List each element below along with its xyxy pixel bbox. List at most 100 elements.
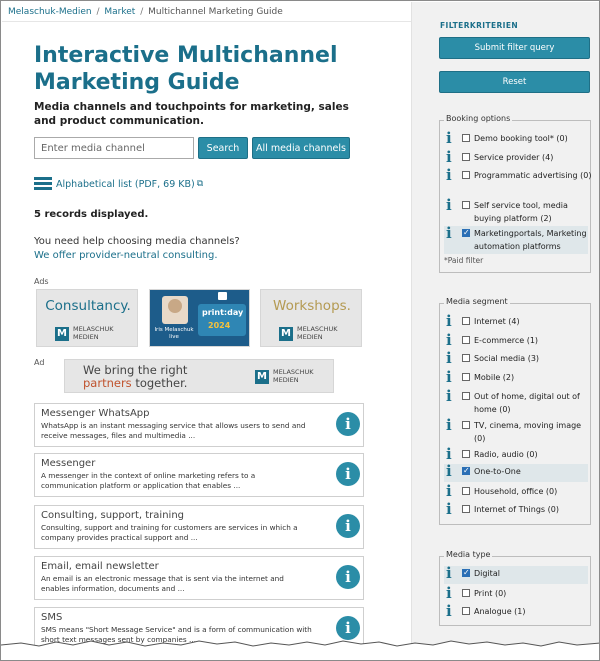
checkbox-icon[interactable] <box>462 505 470 513</box>
search-button[interactable]: Search <box>198 137 248 159</box>
checkbox-icon[interactable] <box>462 607 470 615</box>
checkbox-icon[interactable] <box>462 317 470 325</box>
checkbox-icon[interactable] <box>462 153 470 161</box>
media-type-legend: Media type <box>444 550 493 559</box>
checkbox-icon[interactable] <box>462 134 470 142</box>
info-icon[interactable]: i <box>446 198 452 213</box>
checkbox-icon[interactable] <box>462 589 470 597</box>
info-icon[interactable]: i <box>446 351 452 366</box>
info-icon[interactable]: i <box>336 514 360 538</box>
filter-option[interactable]: i E-commerce (1) <box>444 333 588 349</box>
filter-option[interactable]: i Marketingportals, Marketing automation… <box>444 226 588 254</box>
info-icon[interactable]: i <box>446 484 452 499</box>
info-icon[interactable]: i <box>446 502 452 517</box>
filter-option[interactable]: i Demo booking tool* (0) <box>444 131 588 147</box>
info-icon[interactable]: i <box>336 565 360 589</box>
submit-filter-button[interactable]: Submit filter query <box>439 37 590 59</box>
filter-option[interactable]: i Service provider (4) <box>444 150 588 166</box>
filter-option[interactable]: i Digital <box>444 566 588 584</box>
checkbox-icon[interactable] <box>462 171 470 179</box>
filter-option[interactable]: i Self service tool, media buying platfo… <box>444 198 588 226</box>
filter-option-label: Self service tool, media buying platform… <box>474 201 568 223</box>
media-card[interactable]: Messenger WhatsApp WhatsApp is an instan… <box>34 403 364 447</box>
workshops-ad-text: Workshops. <box>273 298 351 314</box>
checkbox-icon[interactable] <box>462 354 470 362</box>
info-icon[interactable]: i <box>336 412 360 436</box>
checkbox-icon[interactable] <box>462 336 470 344</box>
info-icon[interactable]: i <box>446 464 452 479</box>
consulting-link[interactable]: We offer provider-neutral consulting. <box>34 250 218 261</box>
checkbox-icon[interactable] <box>462 392 470 400</box>
filter-option[interactable]: i TV, cinema, moving image (0) <box>444 418 588 446</box>
checkbox-icon[interactable] <box>462 450 470 458</box>
consultancy-ad[interactable]: Consultancy. M MELASCHUK MEDIEN <box>36 289 138 347</box>
filter-option-label: Social media (3) <box>474 354 540 363</box>
filter-option-label: One-to-One <box>474 467 521 476</box>
breadcrumb-market-link[interactable]: Market <box>104 7 135 17</box>
filter-option[interactable]: i Analogue (1) <box>444 604 588 620</box>
media-card[interactable]: Consulting, support, training Consulting… <box>34 505 364 549</box>
filter-option[interactable]: i Mobile (2) <box>444 370 588 386</box>
page-subtitle: Media channels and touchpoints for marke… <box>34 101 349 127</box>
checkbox-icon[interactable] <box>462 466 470 475</box>
media-type-group: Media type i Digital i Print (0) i Analo… <box>439 550 591 626</box>
info-icon[interactable]: i <box>446 226 452 241</box>
info-icon[interactable]: i <box>446 168 452 183</box>
info-icon[interactable]: i <box>446 586 452 601</box>
breadcrumb-home-link[interactable]: Melaschuk-Medien <box>8 7 92 17</box>
list-icon <box>34 176 52 192</box>
filter-option[interactable]: i Out of home, digital out of home (0) <box>444 389 588 417</box>
media-card[interactable]: Email, email newsletter An email is an e… <box>34 556 364 600</box>
filter-option[interactable]: i Programmatic advertising (0) <box>444 168 591 196</box>
filter-option[interactable]: i Household, office (0) <box>444 484 588 500</box>
breadcrumb-divider <box>2 21 411 22</box>
filter-option[interactable]: i Radio, audio (0) <box>444 447 588 463</box>
filter-option[interactable]: i Print (0) <box>444 586 588 602</box>
filter-heading: FILTERKRITERIEN <box>440 21 519 30</box>
media-card[interactable]: Messenger A messenger in the context of … <box>34 453 364 497</box>
logo-line-2: MEDIEN <box>273 375 299 384</box>
card-title: Email, email newsletter <box>41 561 159 572</box>
info-icon[interactable]: i <box>446 150 452 165</box>
melaschuk-logo-icon: M <box>55 326 69 341</box>
workshops-ad[interactable]: Workshops. M MELASCHUK MEDIEN <box>260 289 362 347</box>
filter-option[interactable]: i Internet (4) <box>444 314 588 330</box>
info-icon[interactable]: i <box>446 131 452 146</box>
media-segment-legend: Media segment <box>444 297 510 306</box>
filter-option[interactable]: i Social media (3) <box>444 351 588 367</box>
partners-banner-ad[interactable]: We bring the right partners together. M … <box>64 359 334 393</box>
filter-option-label: Demo booking tool* (0) <box>474 134 568 143</box>
printday-ad[interactable]: Iris Melaschuk live print:day 2024 <box>149 289 250 347</box>
info-icon[interactable]: i <box>446 418 452 433</box>
printday-logo-icon <box>218 292 227 300</box>
info-icon[interactable]: i <box>336 462 360 486</box>
checkbox-icon[interactable] <box>462 421 470 429</box>
all-media-channels-button[interactable]: All media channels <box>252 137 350 159</box>
melaschuk-logo: M MELASCHUK MEDIEN <box>255 368 314 384</box>
filter-option[interactable]: i Internet of Things (0) <box>444 502 588 518</box>
checkbox-icon[interactable] <box>462 373 470 381</box>
filter-option-label: Internet (4) <box>474 317 520 326</box>
info-icon[interactable]: i <box>446 566 452 581</box>
info-icon[interactable]: i <box>446 447 452 462</box>
info-icon[interactable]: i <box>446 389 452 404</box>
info-icon[interactable]: i <box>446 314 452 329</box>
records-count: 5 records displayed. <box>34 209 149 220</box>
checkbox-icon[interactable] <box>462 228 470 237</box>
info-icon[interactable]: i <box>446 604 452 619</box>
checkbox-icon[interactable] <box>462 201 470 209</box>
banner-line-2: together. <box>131 376 188 390</box>
checkbox-icon[interactable] <box>462 568 470 577</box>
media-channel-search-input[interactable] <box>34 137 194 159</box>
info-icon[interactable]: i <box>446 370 452 385</box>
alphabetical-list-label: Alphabetical list (PDF, 69 KB) <box>56 178 195 190</box>
filter-option[interactable]: i One-to-One <box>444 464 588 482</box>
melaschuk-logo: M MELASCHUK MEDIEN <box>55 325 114 341</box>
alphabetical-list-link[interactable]: Alphabetical list (PDF, 69 KB) ⧉ <box>34 175 203 193</box>
checkbox-icon[interactable] <box>462 487 470 495</box>
info-icon[interactable]: i <box>446 333 452 348</box>
filter-option-label: Analogue (1) <box>474 607 526 616</box>
speaker-status: live <box>169 333 179 340</box>
card-title: Consulting, support, training <box>41 510 184 521</box>
reset-filter-button[interactable]: Reset <box>439 71 590 93</box>
